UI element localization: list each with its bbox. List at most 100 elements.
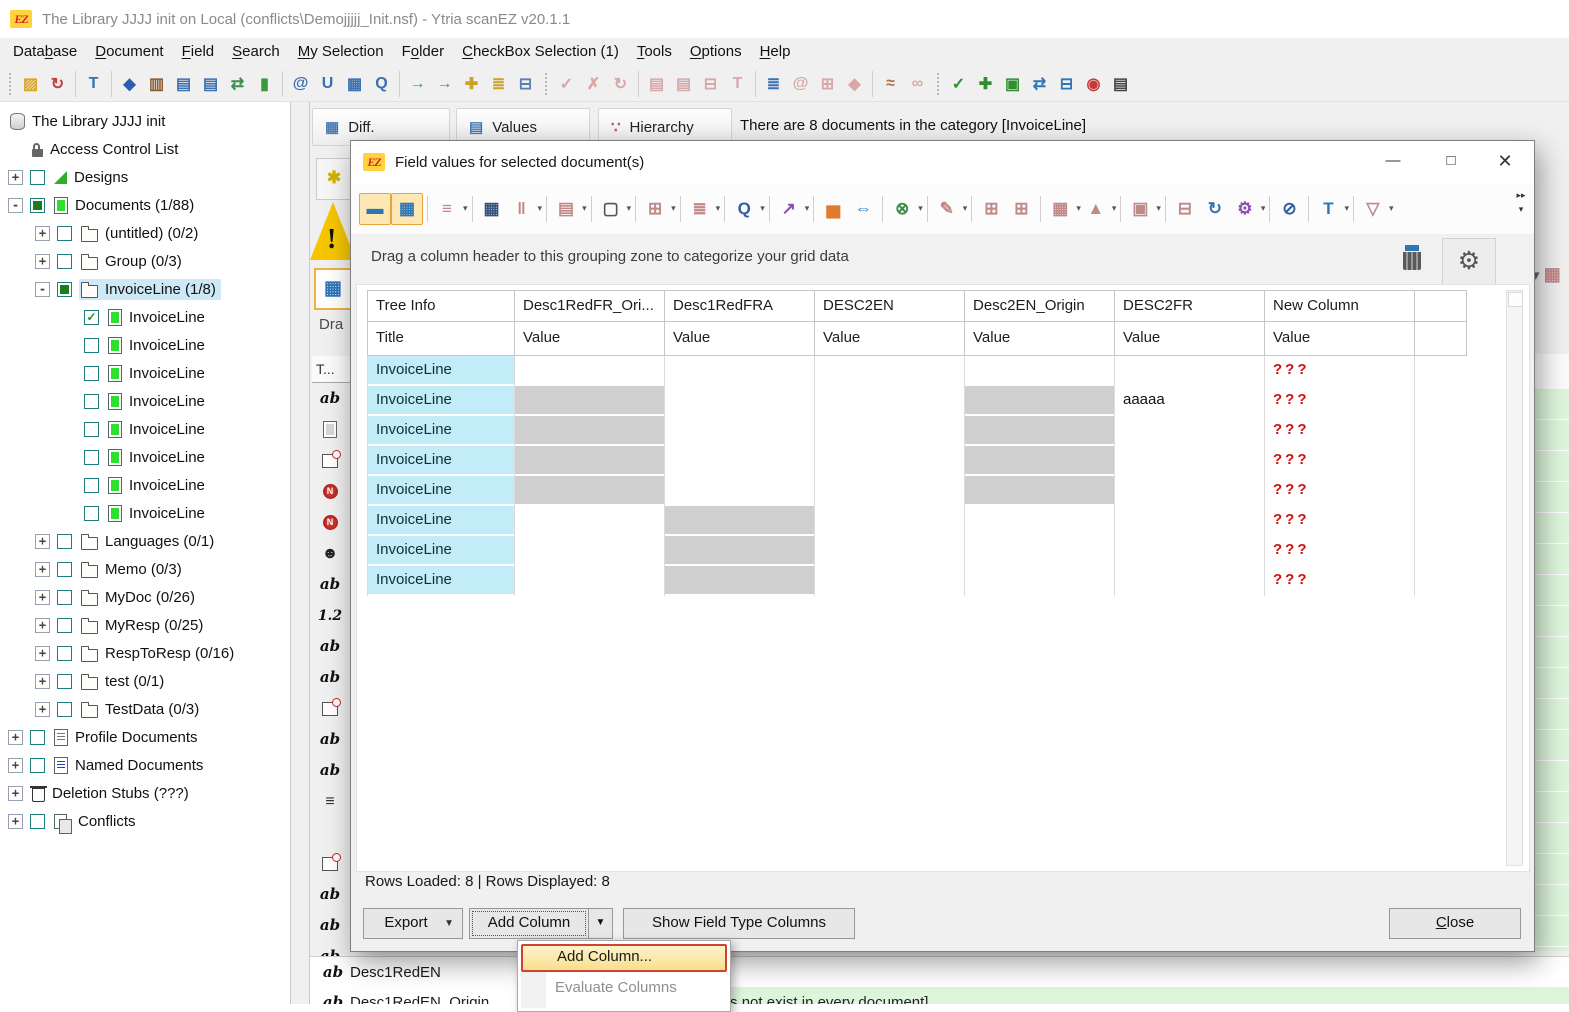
checkbox-unchecked[interactable] (30, 170, 45, 185)
text-properties-icon[interactable]: T (724, 70, 751, 97)
chevron-down-icon[interactable]: ▾ (1344, 203, 1349, 214)
chevron-down-icon[interactable]: ▾ (582, 203, 587, 214)
fit-columns-icon[interactable]: ⇔ (848, 194, 878, 224)
grid-cell[interactable] (515, 566, 665, 596)
menu-item-options[interactable]: Options (681, 38, 751, 66)
checkbox-unchecked[interactable] (57, 534, 72, 549)
tree-item-deletion-stubs[interactable]: +Deletion Stubs (???) (0, 779, 290, 807)
expand-icon[interactable]: + (8, 786, 23, 801)
subheader-value[interactable]: Value (1265, 322, 1415, 356)
column-header-desc1redfra[interactable]: Desc1RedFRA (665, 290, 815, 322)
grid-cell[interactable] (815, 476, 965, 506)
grid-cell-title[interactable]: InvoiceLine (367, 386, 515, 416)
subheader-value[interactable]: Value (815, 322, 965, 356)
subheader-value[interactable]: Value (515, 322, 665, 356)
collapse-icon[interactable]: - (35, 282, 50, 297)
minimize-button[interactable]: — (1370, 145, 1416, 177)
close-icon[interactable]: ✕ (1482, 145, 1528, 177)
collapse-icon[interactable]: - (8, 198, 23, 213)
quick-flag-1-icon[interactable]: ▤ (170, 70, 197, 97)
checkbox-unchecked[interactable] (57, 254, 72, 269)
flag-notes-icon[interactable]: ▤ (1107, 70, 1134, 97)
split-check-icon[interactable]: ⊗ (887, 194, 917, 224)
tree-item-myresp-0-25[interactable]: +MyResp (0/25) (0, 611, 290, 639)
document-link-icon[interactable]: ⊞ (814, 70, 841, 97)
tree-item-invoiceline[interactable]: InvoiceLine (0, 303, 290, 331)
subheader-value[interactable]: Value (1115, 322, 1265, 356)
list-mail-icon[interactable]: ≣ (760, 70, 787, 97)
grid-cell[interactable] (515, 536, 665, 566)
row-bands-icon[interactable]: ▤ (551, 194, 581, 224)
window-options-icon[interactable]: ▣ (1125, 194, 1155, 224)
menu-item-help[interactable]: Help (751, 38, 800, 66)
gear-icon[interactable]: ⚙ (1442, 238, 1496, 285)
add-column-button[interactable]: Add Column (469, 908, 589, 939)
grid-cell[interactable]: ??? (1265, 476, 1415, 506)
column-header-tree-info[interactable]: Tree Info (367, 290, 515, 322)
export-dxl-icon[interactable]: → (431, 70, 458, 97)
tree-item-profile-documents[interactable]: +Profile Documents (0, 723, 290, 751)
checkbox-partial[interactable] (57, 282, 72, 297)
grid-cell[interactable] (515, 416, 665, 446)
grid-cell[interactable] (515, 506, 665, 536)
grid-cell[interactable] (815, 356, 965, 386)
grid-cell[interactable]: ??? (1265, 356, 1415, 386)
grid-cell[interactable]: ??? (1265, 416, 1415, 446)
chevron-down-icon[interactable]: ▾ (1389, 203, 1394, 214)
text-columns-icon[interactable]: T (1313, 194, 1343, 224)
tree-item-conflicts[interactable]: +Conflicts (0, 807, 290, 835)
tree-item-test-0-1[interactable]: +test (0/1) (0, 667, 290, 695)
grid-row[interactable]: InvoiceLine??? (367, 476, 1415, 506)
menu-item-database[interactable]: Database (4, 38, 86, 66)
export-button[interactable]: Export▼ (363, 908, 463, 939)
field-tools-icon[interactable]: T (80, 70, 107, 97)
search-database-icon[interactable]: Q (368, 70, 395, 97)
checkbox-flag-icon[interactable]: ✓ (945, 70, 972, 97)
checkbox-unchecked[interactable] (84, 450, 99, 465)
new-document-button[interactable]: ✱ (316, 158, 352, 200)
flag-delete-icon[interactable]: ⊟ (1053, 70, 1080, 97)
grid-cell-title[interactable]: InvoiceLine (367, 476, 515, 506)
field-type-row[interactable]: ab (313, 633, 347, 663)
menu-item-field[interactable]: Field (173, 38, 224, 66)
field-type-row[interactable] (313, 416, 347, 446)
tree-item-the-library-jjjj-init[interactable]: The Library JJJJ init (0, 107, 290, 135)
show-field-type-columns-button[interactable]: Show Field Type Columns (623, 908, 855, 939)
grid-cell[interactable] (1115, 476, 1265, 506)
tree-item-designs[interactable]: +Designs (0, 163, 290, 191)
grid-cell[interactable]: ??? (1265, 506, 1415, 536)
field-type-row[interactable]: ab (313, 664, 347, 694)
grid-cell-title[interactable]: InvoiceLine (367, 536, 515, 566)
new-document-form-icon[interactable]: ≣ (485, 70, 512, 97)
field-type-row[interactable]: N (313, 509, 347, 539)
layout-grid-icon[interactable]: ▦ (391, 193, 423, 225)
checkbox-unchecked[interactable] (84, 338, 99, 353)
tree-item-invoiceline[interactable]: InvoiceLine (0, 387, 290, 415)
checkbox-unchecked[interactable] (30, 730, 45, 745)
grid-cell[interactable] (815, 386, 965, 416)
grid-cell[interactable]: ??? (1265, 446, 1415, 476)
selection-box-icon[interactable]: ▢ (596, 194, 626, 224)
chevron-down-icon[interactable]: ▾ (1112, 203, 1117, 214)
grid-cell[interactable] (515, 446, 665, 476)
audit-clipboard-icon[interactable]: ▥ (143, 70, 170, 97)
chevron-down-icon[interactable]: ▾ (716, 203, 721, 214)
tree-item-named-documents[interactable]: +Named Documents (0, 751, 290, 779)
field-type-row[interactable]: ab (313, 757, 347, 787)
menu-item-evaluate-columns[interactable]: Evaluate Columns (521, 975, 727, 1003)
grid-cell[interactable] (665, 386, 815, 416)
grid-row[interactable]: InvoiceLine??? (367, 446, 1415, 476)
checkbox-unchecked[interactable] (57, 226, 72, 241)
search-by-formula-icon[interactable]: @ (287, 70, 314, 97)
grid-cell[interactable] (815, 566, 965, 596)
tree-item-invoiceline[interactable]: InvoiceLine (0, 499, 290, 527)
window-browser-icon[interactable]: ▦ (341, 70, 368, 97)
expand-icon[interactable]: + (35, 702, 50, 717)
quick-flag-2-icon[interactable]: ▤ (197, 70, 224, 97)
grid-row[interactable]: InvoiceLine??? (367, 356, 1415, 386)
column-header-desc1redfr-ori[interactable]: Desc1RedFR_Ori... (515, 290, 665, 322)
expand-icon[interactable]: + (35, 562, 50, 577)
replicate-database-icon[interactable]: ↻ (44, 70, 71, 97)
search-icon[interactable]: Q (729, 194, 759, 224)
new-document-icon[interactable]: ✚ (458, 70, 485, 97)
